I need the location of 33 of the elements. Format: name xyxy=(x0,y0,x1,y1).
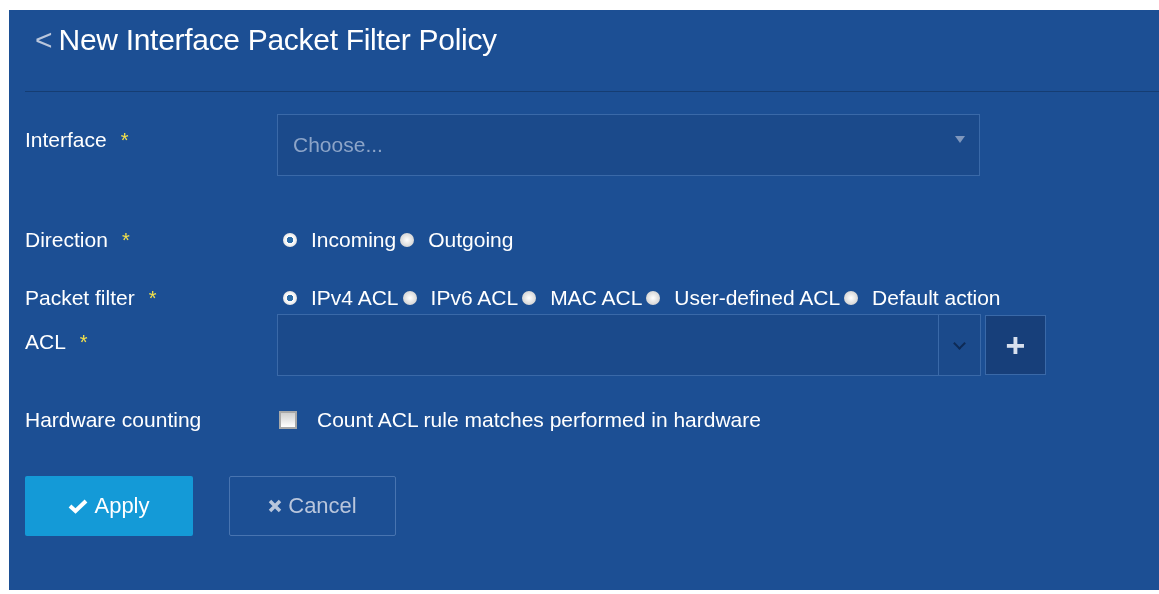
radio-button[interactable] xyxy=(402,291,417,305)
radio-button[interactable] xyxy=(844,291,859,305)
checkbox[interactable] xyxy=(279,411,297,429)
field-label: Interface xyxy=(25,127,107,153)
required-mark: * xyxy=(120,128,129,153)
field-label: Hardware counting xyxy=(25,407,202,433)
radio-label[interactable]: IPv4 ACL xyxy=(311,284,399,312)
add-button[interactable]: + xyxy=(985,315,1046,375)
radio-label[interactable]: IPv6 ACL xyxy=(430,284,519,312)
page-title: New Interface Packet Filter Policy xyxy=(58,22,497,58)
field-label: ACL xyxy=(25,329,66,355)
checkbox-label[interactable]: Count ACL rule matches performed in hardware xyxy=(317,406,761,434)
radio-label[interactable]: MAC ACL xyxy=(550,284,643,312)
required-mark: * xyxy=(121,228,130,253)
radio-button[interactable] xyxy=(522,291,537,305)
check-icon xyxy=(68,498,89,514)
cancel-button[interactable]: Cancel xyxy=(229,476,396,536)
required-mark: * xyxy=(79,330,88,355)
radio-label[interactable]: Incoming xyxy=(311,226,397,254)
field-label: Packet filter xyxy=(25,285,135,311)
caret-icon xyxy=(955,135,965,143)
radio-button[interactable] xyxy=(283,291,297,305)
radio-button[interactable] xyxy=(646,291,661,305)
radio-label[interactable]: Outgoing xyxy=(428,226,514,254)
field-label: Direction xyxy=(25,227,108,253)
radio-label[interactable]: User-defined ACL xyxy=(674,284,841,312)
close-icon xyxy=(268,499,283,513)
radio-button[interactable] xyxy=(400,233,415,247)
back-button[interactable]: < xyxy=(35,23,53,57)
required-mark: * xyxy=(148,286,157,311)
acl-field[interactable] xyxy=(277,314,981,376)
radio-button[interactable] xyxy=(283,233,297,247)
radio-label[interactable]: Default action xyxy=(872,284,1001,312)
